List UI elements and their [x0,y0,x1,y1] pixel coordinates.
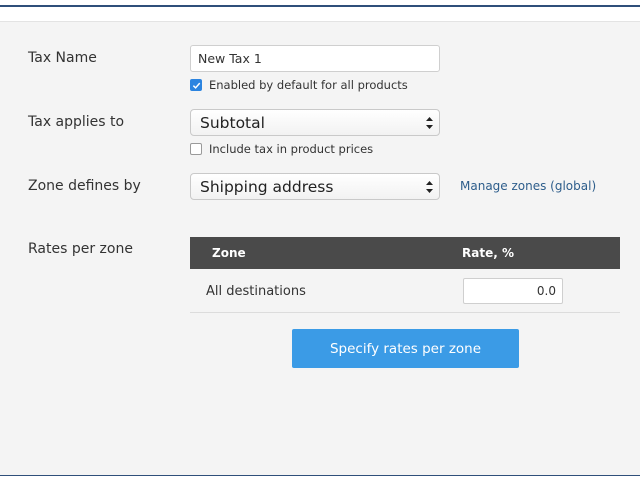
bottom-divider [0,475,640,476]
table-row: All destinations [190,269,620,313]
enabled-default-row[interactable]: Enabled by default for all products [190,78,408,92]
tax-applies-to-select[interactable]: Subtotal [190,109,440,136]
manage-zones-link[interactable]: Manage zones (global) [460,179,596,193]
zone-defines-by-select[interactable]: Shipping address [190,173,440,200]
checkmark-icon [192,82,200,89]
enabled-default-label: Enabled by default for all products [209,78,408,92]
top-divider [0,5,640,7]
enabled-default-checkbox[interactable] [190,79,202,91]
tax-applies-to-value: Subtotal [200,113,265,132]
column-header-zone: Zone [212,246,246,260]
rate-input[interactable] [463,278,563,304]
column-header-rate: Rate, % [462,246,514,260]
rates-per-zone-label: Rates per zone [28,241,133,257]
tax-applies-to-label: Tax applies to [28,114,125,130]
rates-table-header: Zone Rate, % [190,237,620,269]
include-tax-checkbox[interactable] [190,143,202,155]
include-tax-row[interactable]: Include tax in product prices [190,142,373,156]
select-arrows-icon [426,181,433,193]
zone-defines-by-label: Zone defines by [28,178,141,194]
zone-cell: All destinations [206,284,306,299]
specify-rates-button[interactable]: Specify rates per zone [292,329,519,368]
zone-defines-by-value: Shipping address [200,177,334,196]
select-arrows-icon [426,117,433,129]
include-tax-label: Include tax in product prices [209,142,374,156]
tax-name-input[interactable] [190,45,440,72]
tax-name-label: Tax Name [28,50,97,66]
